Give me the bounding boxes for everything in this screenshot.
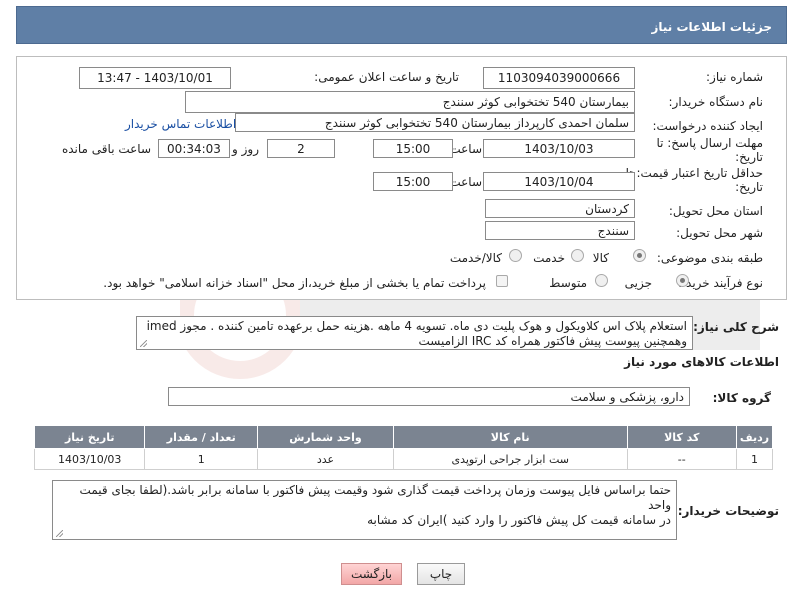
purchase-type-option-medium: متوسط bbox=[549, 276, 587, 290]
buyer-contact-link[interactable]: اطلاعات تماس خریدار bbox=[125, 117, 236, 131]
back-button[interactable]: بازگشت bbox=[341, 563, 402, 585]
province-field[interactable]: کردستان bbox=[485, 199, 635, 218]
city-label: شهر محل تحویل: bbox=[676, 226, 763, 240]
description-label: شرح کلی نیاز: bbox=[693, 320, 779, 334]
response-time-label: ساعت bbox=[449, 142, 482, 156]
price-validity-date[interactable]: 1403/10/04 bbox=[483, 172, 635, 191]
col-header-goods-name: نام کالا bbox=[392, 425, 628, 449]
purchase-type-radio-medium[interactable] bbox=[595, 274, 608, 287]
days-label: روز و bbox=[232, 142, 259, 156]
cell-goods-name: ست ابزار جراحی ارتوپدی bbox=[392, 448, 628, 470]
table-header-row: ردیف کد کالا نام کالا واحد شمارش تعداد /… bbox=[33, 425, 774, 449]
col-header-unit: واحد شمارش bbox=[257, 425, 394, 449]
purchase-type-radio-minor[interactable] bbox=[676, 274, 689, 287]
category-option-service: خدمت bbox=[533, 251, 565, 265]
description-textarea[interactable]: استعلام پلاک اس کلاویکول و هوک پلیت دی م… bbox=[136, 316, 693, 350]
price-validity-time[interactable]: 15:00 bbox=[373, 172, 453, 191]
category-option-goods-service: کالا/خدمت bbox=[449, 251, 502, 265]
resize-grip-icon[interactable] bbox=[140, 340, 147, 347]
cell-need-date: 1403/10/03 bbox=[33, 448, 146, 470]
table-row: 1 -- ست ابزار جراحی ارتوپدی عدد 1 1403/1… bbox=[33, 448, 774, 470]
category-radio-service[interactable] bbox=[571, 249, 584, 262]
goods-info-title: اطلاعات کالاهای مورد نیاز bbox=[624, 355, 779, 369]
city-field[interactable]: سنندج bbox=[485, 221, 635, 240]
cell-unit: عدد bbox=[257, 448, 394, 470]
response-deadline-time[interactable]: 15:00 bbox=[373, 139, 453, 158]
remaining-time-field[interactable]: 00:34:03 bbox=[158, 139, 230, 158]
price-validity-label: حداقل تاریخ اعتبار قیمت: تا تاریخ: bbox=[625, 166, 763, 194]
buyer-notes-label: توضیحات خریدار: bbox=[677, 504, 779, 518]
buyer-notes-textarea[interactable]: حتما براساس فایل پیوست وزمان پرداخت قیمت… bbox=[52, 480, 677, 540]
category-radio-goods-service[interactable] bbox=[509, 249, 522, 262]
remaining-days-field[interactable]: 2 bbox=[267, 139, 335, 158]
need-number-field[interactable]: 1103094039000666 bbox=[483, 67, 635, 89]
response-deadline-date[interactable]: 1403/10/03 bbox=[483, 139, 635, 158]
cell-goods-code: -- bbox=[626, 448, 737, 470]
goods-table: ردیف کد کالا نام کالا واحد شمارش تعداد /… bbox=[33, 425, 774, 470]
cell-quantity: 1 bbox=[144, 448, 259, 470]
need-number-label: شماره نیاز: bbox=[706, 70, 763, 84]
purchase-type-option-minor: جزیی bbox=[624, 276, 652, 290]
price-validity-time-label: ساعت bbox=[449, 175, 482, 189]
requester-field[interactable]: سلمان احمدی کارپرداز بیمارستان 540 تختخو… bbox=[235, 113, 635, 132]
buyer-org-label: نام دستگاه خریدار: bbox=[668, 95, 764, 109]
treasury-bonds-checkbox[interactable] bbox=[496, 275, 508, 287]
province-label: استان محل تحویل: bbox=[668, 204, 763, 218]
col-header-goods-code: کد کالا bbox=[626, 425, 737, 449]
col-header-quantity: تعداد / مقدار bbox=[144, 425, 259, 449]
cell-row-number: 1 bbox=[735, 448, 774, 470]
print-button[interactable]: چاپ bbox=[417, 563, 465, 585]
col-header-row-number: ردیف bbox=[735, 425, 774, 449]
buyer-org-field[interactable]: بیمارستان 540 تختخوابی کوثر سنندج bbox=[185, 91, 635, 113]
page-title: جزئیات اطلاعات نیاز bbox=[651, 20, 772, 34]
goods-group-field[interactable]: دارو، پزشکی و سلامت bbox=[168, 387, 690, 406]
announce-datetime-label: تاریخ و ساعت اعلان عمومی: bbox=[314, 70, 459, 84]
category-label: طبقه بندی موضوعی: bbox=[656, 251, 763, 265]
announce-datetime-field[interactable]: 1403/10/01 - 13:47 bbox=[79, 67, 231, 89]
goods-group-label: گروه کالا: bbox=[712, 391, 771, 405]
resize-grip-icon[interactable] bbox=[56, 530, 63, 537]
treasury-bonds-label: پرداخت تمام یا بخشی از مبلغ خرید،از محل … bbox=[103, 276, 486, 290]
response-deadline-label: مهلت ارسال پاسخ: تا تاریخ: bbox=[656, 136, 763, 164]
category-radio-goods[interactable] bbox=[633, 249, 646, 262]
purchase-type-label: نوع فرآیند خرید : bbox=[678, 276, 763, 290]
remaining-time-label: ساعت باقی مانده bbox=[61, 142, 151, 156]
page-header: جزئیات اطلاعات نیاز bbox=[16, 6, 787, 44]
col-header-need-date: تاریخ نیاز bbox=[33, 425, 146, 449]
requester-label: ایجاد کننده درخواست: bbox=[652, 119, 763, 133]
category-option-goods: کالا bbox=[592, 251, 609, 265]
